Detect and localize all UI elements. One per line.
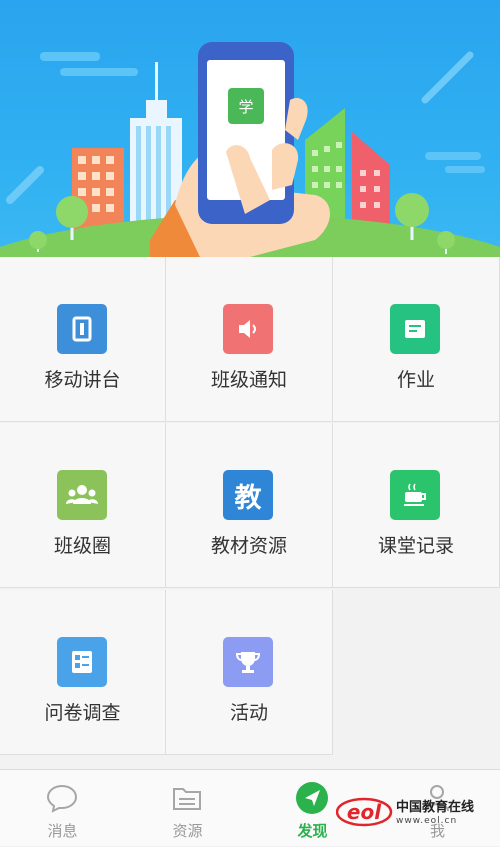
grid-item-homework[interactable]: 作业 [333, 257, 500, 422]
coffee-cup-icon [390, 470, 440, 520]
tab-resources[interactable]: 资源 [125, 770, 250, 847]
grid-item-label: 班级通知 [210, 369, 287, 391]
empty-cell [333, 590, 500, 755]
hero-banner: 学 [0, 0, 500, 257]
folder-icon [169, 780, 205, 816]
eol-logo: eol [336, 797, 393, 827]
app-badge: 学 [238, 98, 253, 116]
mobile-platform-icon [57, 304, 107, 354]
grid-item-class-circle[interactable]: 班级圈 [0, 423, 166, 588]
grid-item-label: 班级圈 [53, 535, 111, 557]
tab-label: 资源 [172, 822, 203, 840]
grid-item-label: 问卷调查 [44, 702, 121, 724]
chat-bubble-icon [44, 780, 80, 816]
grid-item-survey[interactable]: 问卷调查 [0, 590, 166, 755]
feature-grid: 移动讲台 班级通知 作业 班级圈 教 教材资源 课堂记录 问卷调查 活动 [0, 257, 500, 755]
watermark-url: www.eol.cn [396, 816, 458, 826]
grid-item-label: 课堂记录 [377, 535, 454, 557]
grid-item-class-record[interactable]: 课堂记录 [333, 423, 500, 588]
class-circle-icon [57, 470, 107, 520]
eol-logo-text: eol [347, 800, 382, 824]
trophy-icon [223, 637, 273, 687]
textbook-icon: 教 [223, 470, 273, 520]
eol-watermark: eol 中国教育在线 www.eol.cn [336, 792, 496, 832]
tab-label: 消息 [47, 822, 78, 840]
grid-item-label: 作业 [396, 369, 435, 391]
grid-item-mobile-platform[interactable]: 移动讲台 [0, 257, 166, 422]
survey-icon [57, 637, 107, 687]
grid-item-activity[interactable]: 活动 [166, 590, 333, 755]
grid-item-class-notice[interactable]: 班级通知 [166, 257, 333, 422]
textbook-glyph: 教 [234, 482, 262, 514]
homework-icon [390, 304, 440, 354]
grid-item-label: 教材资源 [210, 535, 287, 557]
tab-messages[interactable]: 消息 [0, 770, 125, 847]
speaker-icon [223, 304, 273, 354]
grid-item-label: 移动讲台 [44, 369, 121, 391]
grid-item-textbook[interactable]: 教 教材资源 [166, 423, 333, 588]
watermark-name: 中国教育在线 [396, 800, 475, 815]
hero-illustration: 学 [0, 42, 500, 257]
grid-item-label: 活动 [229, 702, 268, 724]
compass-icon [294, 780, 330, 816]
